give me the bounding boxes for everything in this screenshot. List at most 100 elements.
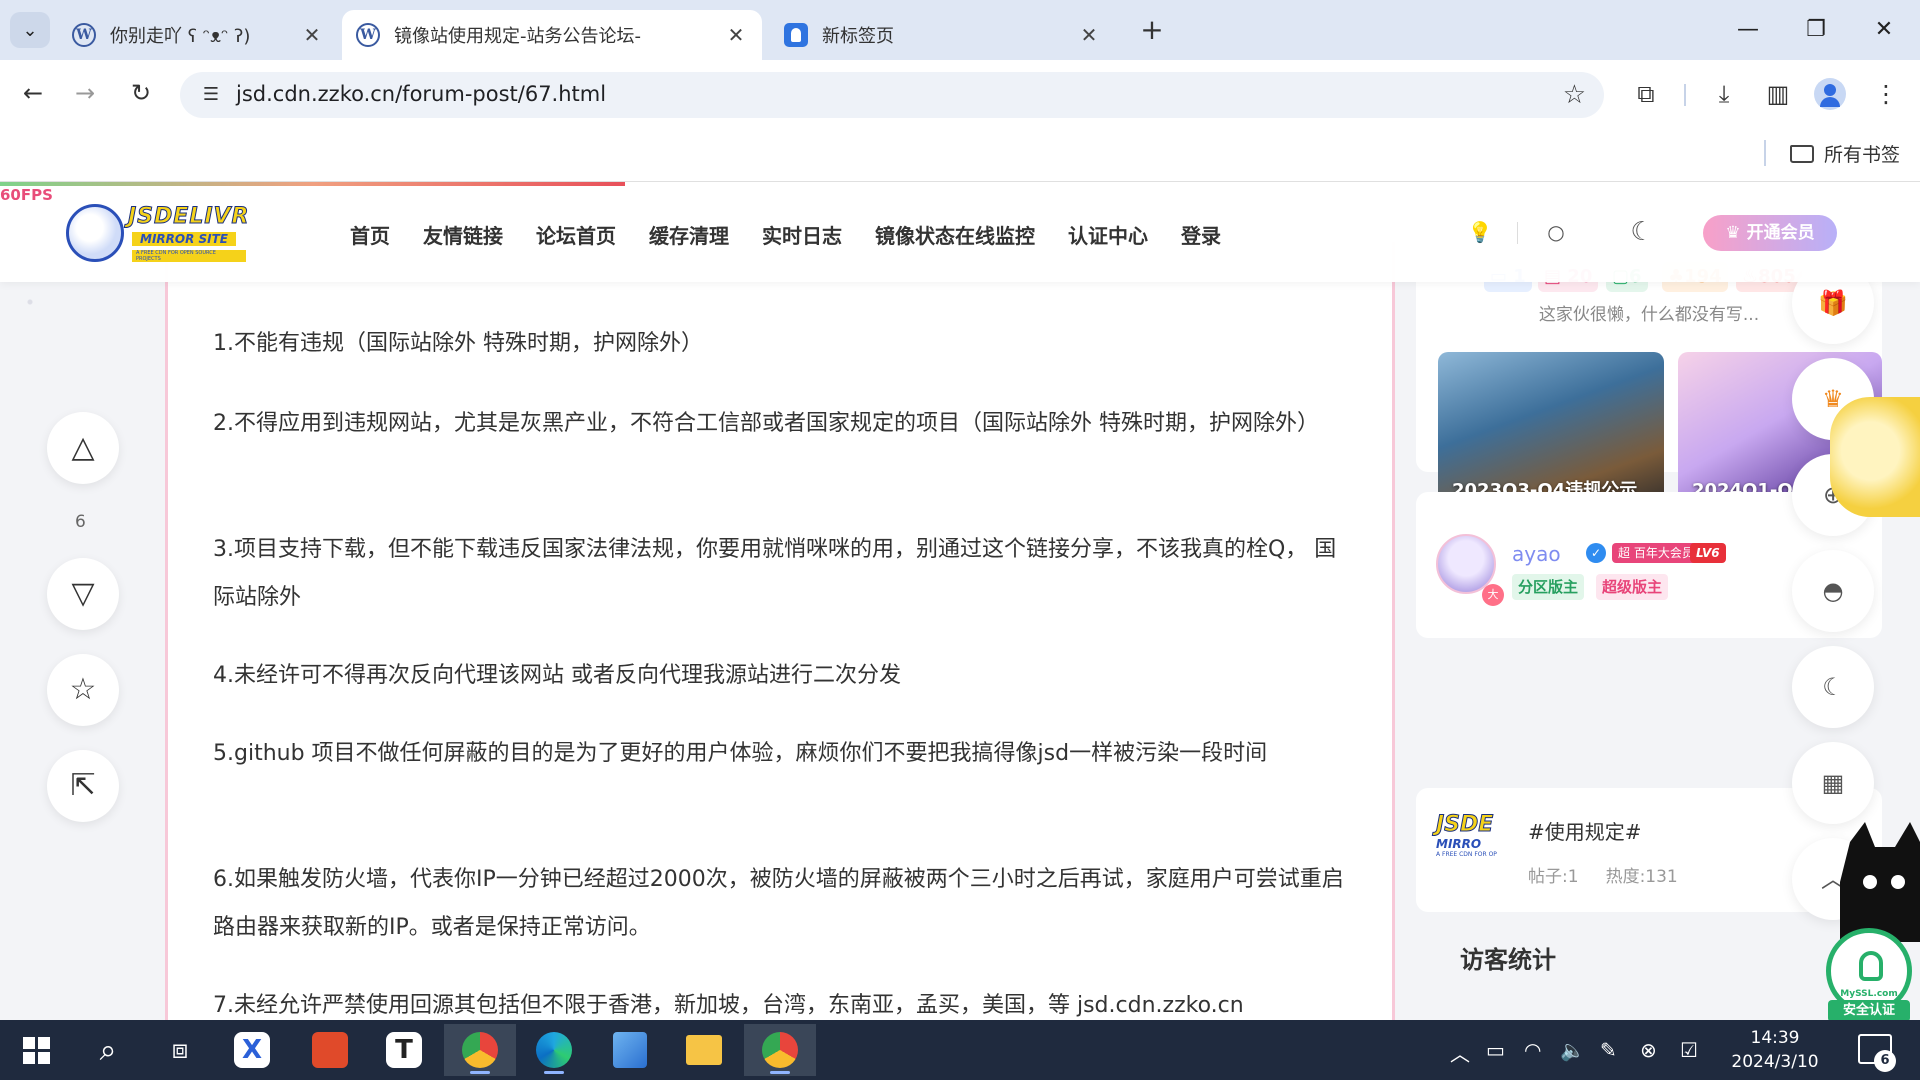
tab-title: 新标签页 bbox=[822, 26, 894, 47]
logo-subtitle: MIRROR SITE bbox=[132, 232, 236, 246]
rule-paragraph-1: 1.不能有违规（国际站除外 特殊时期，护网除外） bbox=[213, 331, 703, 356]
mascot-character-image[interactable] bbox=[1830, 397, 1920, 517]
dark-mode-moon-icon[interactable]: ☾ bbox=[1626, 216, 1658, 248]
profile-avatar-icon[interactable] bbox=[1814, 78, 1846, 110]
favorite-button[interactable]: ☆ bbox=[47, 654, 119, 726]
forward-button[interactable]: → bbox=[66, 74, 104, 112]
app-icon bbox=[312, 1032, 348, 1068]
post-thumbnail-1[interactable]: 2023Q3-Q4违规公示 bbox=[1438, 352, 1664, 510]
close-icon[interactable]: ✕ bbox=[724, 23, 748, 47]
black-cat-mascot-icon[interactable] bbox=[1840, 822, 1920, 942]
menu-kebab-icon[interactable]: ⋮ bbox=[1866, 74, 1906, 114]
moderator-name[interactable]: ayao bbox=[1512, 542, 1561, 566]
lightbulb-icon[interactable]: 💡 bbox=[1464, 216, 1496, 248]
tray-overflow-chevron-icon[interactable]: ︿ bbox=[1450, 1038, 1470, 1067]
clock-date: 2024/3/10 bbox=[1731, 1052, 1819, 1072]
site-header: JSDELIVR MIRROR SITE A FREE CDN FOR OPEN… bbox=[0, 182, 1920, 282]
role-tag-section-mod: 分区版主 bbox=[1512, 574, 1585, 600]
edge-icon bbox=[536, 1032, 572, 1068]
system-clock[interactable]: 14:39 2024/3/10 bbox=[1720, 1026, 1830, 1074]
task-view-button[interactable]: ⧈ bbox=[144, 1024, 216, 1076]
search-button[interactable]: ⌕ bbox=[72, 1024, 144, 1076]
browser-toolbar: ← → ↻ ☰ jsd.cdn.zzko.cn/forum-post/67.ht… bbox=[0, 60, 1920, 126]
like-up-button[interactable]: △ bbox=[47, 412, 119, 484]
address-bar[interactable]: ☰ jsd.cdn.zzko.cn/forum-post/67.html ☆ bbox=[180, 72, 1604, 118]
back-button[interactable]: ← bbox=[14, 74, 52, 112]
nav-home[interactable]: 首页 bbox=[350, 220, 390, 249]
topic-meta: 帖子:1 热度:131 bbox=[1528, 862, 1678, 887]
dislike-down-button[interactable]: ▽ bbox=[47, 558, 119, 630]
taskbar-app-explorer[interactable] bbox=[668, 1024, 740, 1076]
typora-icon: T bbox=[386, 1032, 422, 1068]
nav-mirror-monitor[interactable]: 镜像状态在线监控 bbox=[875, 220, 1035, 249]
nav-cache-clear[interactable]: 缓存清理 bbox=[649, 220, 729, 249]
site-settings-icon[interactable]: ☰ bbox=[198, 82, 224, 108]
taskbar-app-chrome[interactable] bbox=[444, 1024, 516, 1076]
nav-forum-home[interactable]: 论坛首页 bbox=[536, 220, 616, 249]
search-icon[interactable]: ○ bbox=[1540, 216, 1572, 248]
checkbox-tray-icon[interactable]: ☑ bbox=[1680, 1038, 1698, 1062]
topic-logo-text: JSDE bbox=[1436, 812, 1494, 838]
role-tag-super-mod: 超级版主 bbox=[1596, 574, 1669, 600]
share-button[interactable]: ⇱ bbox=[47, 750, 119, 822]
wechat-button[interactable]: ◓ bbox=[1792, 550, 1874, 632]
nav-login[interactable]: 登录 bbox=[1181, 220, 1221, 249]
taskbar-app-edge[interactable] bbox=[518, 1024, 590, 1076]
taskbar-app-chrome-2[interactable] bbox=[744, 1024, 816, 1076]
bookmarks-bar: 所有书签 bbox=[0, 126, 1920, 182]
taskbar-app-typora[interactable]: T bbox=[368, 1024, 440, 1076]
tab-title: 你别走吖 ʕ ᵔᴥᵔ ʔ) bbox=[110, 26, 251, 47]
vip-membership-button[interactable]: ♛ 开通会员 bbox=[1703, 215, 1837, 251]
chrome-icon bbox=[462, 1032, 498, 1068]
vip-button-label: 开通会员 bbox=[1746, 223, 1815, 243]
qrcode-button[interactable]: ▦ bbox=[1792, 742, 1874, 824]
start-button[interactable] bbox=[0, 1024, 72, 1076]
pen-icon[interactable]: ✎ bbox=[1600, 1038, 1617, 1062]
tab-title: 镜像站使用规定-站务公告论坛- bbox=[394, 26, 641, 47]
taskbar-app-notes[interactable] bbox=[594, 1024, 666, 1076]
volume-icon[interactable]: 🔈 bbox=[1560, 1038, 1585, 1062]
avatar-badge: 大 bbox=[1482, 584, 1504, 606]
close-icon[interactable]: ✕ bbox=[1077, 23, 1101, 47]
toolbar-divider bbox=[1684, 84, 1686, 106]
side-panel-icon[interactable]: ▥ bbox=[1758, 74, 1798, 114]
battery-icon[interactable]: ▭ bbox=[1486, 1038, 1505, 1062]
new-tab-icon bbox=[784, 23, 808, 47]
nav-realtime-log[interactable]: 实时日志 bbox=[762, 220, 842, 249]
tab-strip: ⌄ W 你别走吖 ʕ ᵔᴥᵔ ʔ) ✕ W 镜像站使用规定-站务公告论坛- ✕ … bbox=[0, 0, 1920, 60]
download-icon[interactable]: ⤓ bbox=[1704, 74, 1744, 114]
topic-logo: JSDE MIRRO A FREE CDN FOR OP bbox=[1436, 812, 1508, 884]
tab-1[interactable]: W 你别走吖 ʕ ᵔᴥᵔ ʔ) ✕ bbox=[58, 10, 338, 60]
bookmark-star-icon[interactable]: ☆ bbox=[1563, 80, 1586, 110]
tab-2-active[interactable]: W 镜像站使用规定-站务公告论坛- ✕ bbox=[342, 10, 762, 60]
logo-tagline: A FREE CDN FOR OPEN SOURCE PROJECTS bbox=[132, 250, 246, 262]
all-bookmarks-label: 所有书签 bbox=[1824, 144, 1901, 166]
nav-auth-center[interactable]: 认证中心 bbox=[1068, 220, 1148, 249]
topic-logo-subtext: MIRRO bbox=[1436, 837, 1482, 851]
close-window-button[interactable]: ✕ bbox=[1856, 12, 1912, 48]
minimize-button[interactable]: — bbox=[1720, 12, 1776, 48]
nav-friend-links[interactable]: 友情链接 bbox=[423, 220, 503, 249]
wechat-icon: ◓ bbox=[1822, 577, 1844, 605]
restore-button[interactable]: ❐ bbox=[1788, 12, 1844, 48]
tab-search-button[interactable]: ⌄ bbox=[10, 12, 50, 48]
star-icon: ☆ bbox=[69, 672, 97, 707]
topic-title[interactable]: #使用规定# bbox=[1528, 816, 1642, 845]
extensions-icon[interactable]: ⧉ bbox=[1626, 74, 1666, 114]
verified-check-icon: ✓ bbox=[1586, 543, 1606, 563]
wifi-icon[interactable]: ◠ bbox=[1524, 1038, 1541, 1062]
site-nav: 首页 友情链接 论坛首页 缓存清理 实时日志 镜像状态在线监控 认证中心 登录 bbox=[350, 220, 1221, 249]
bookmarks-divider bbox=[1764, 140, 1766, 166]
taskbar-app-xmind[interactable]: X bbox=[216, 1024, 288, 1076]
site-logo[interactable]: JSDELIVR MIRROR SITE A FREE CDN FOR OPEN… bbox=[66, 202, 249, 262]
theme-toggle-button[interactable]: ☾ bbox=[1792, 646, 1874, 728]
tab-3[interactable]: 新标签页 ✕ bbox=[770, 10, 1115, 60]
blocked-icon[interactable]: ⊗ bbox=[1640, 1038, 1657, 1062]
notes-icon bbox=[613, 1032, 647, 1068]
all-bookmarks-button[interactable]: 所有书签 bbox=[1790, 140, 1900, 167]
windows-logo-icon bbox=[22, 1036, 50, 1064]
close-icon[interactable]: ✕ bbox=[300, 23, 324, 47]
taskbar-app-red[interactable] bbox=[294, 1024, 366, 1076]
new-tab-button[interactable]: + bbox=[1135, 14, 1169, 48]
reload-button[interactable]: ↻ bbox=[122, 74, 160, 112]
